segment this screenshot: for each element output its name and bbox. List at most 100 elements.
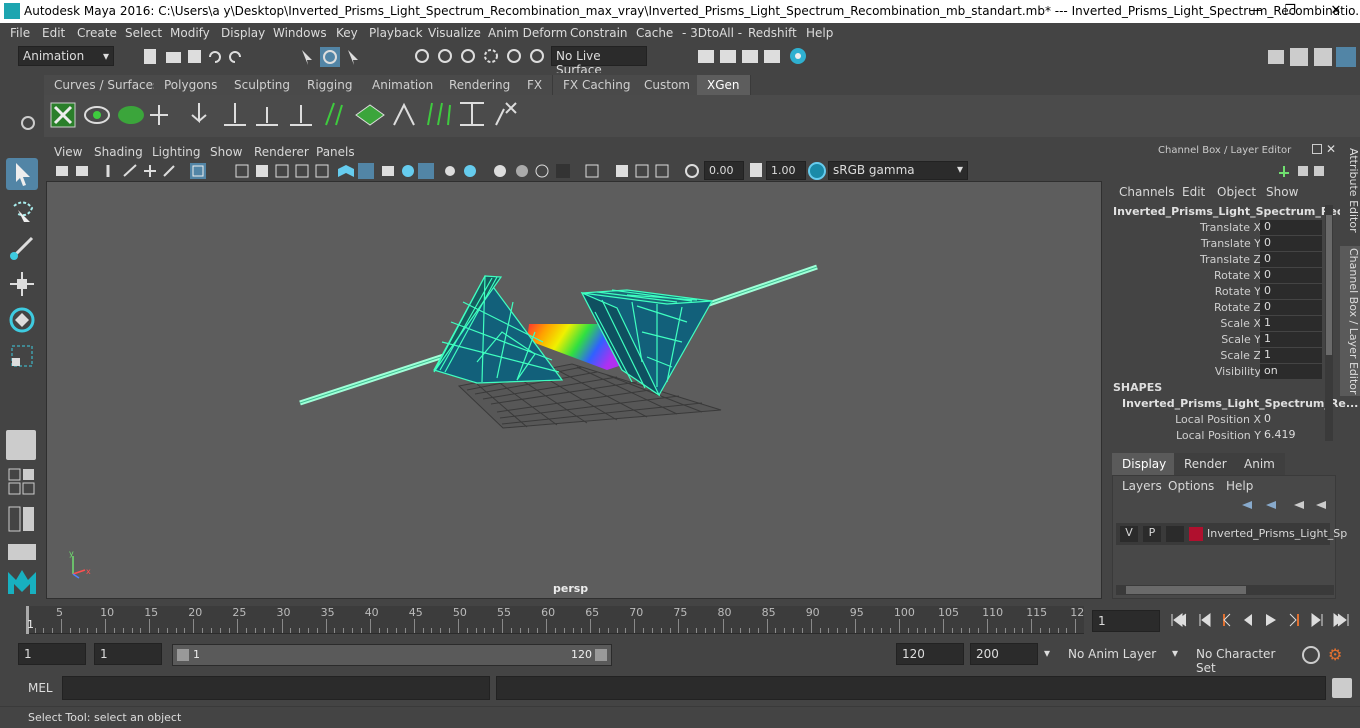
menu-playback[interactable]: Playback: [369, 26, 423, 40]
maximize-button[interactable]: ❐: [1280, 3, 1300, 18]
layer-reference-toggle[interactable]: [1166, 526, 1184, 542]
shelf-tab-fx-caching[interactable]: FX Caching: [553, 75, 642, 95]
gamma-field[interactable]: 1.00: [766, 161, 806, 180]
channel-box-side-tab[interactable]: Channel Box / Layer Editor: [1340, 246, 1360, 396]
auto-key-icon[interactable]: [1302, 646, 1320, 664]
perspective-viewport[interactable]: y x persp: [46, 181, 1102, 599]
channel-local-position-x[interactable]: Local Position X0: [1106, 412, 1339, 428]
scale-tool-button[interactable]: [6, 340, 38, 372]
menu-modify[interactable]: Modify: [170, 26, 210, 40]
panel-menu-shading[interactable]: Shading: [94, 145, 143, 159]
selection-mask-icons[interactable]: [298, 46, 368, 68]
shelf-settings-gear-icon[interactable]: [21, 116, 35, 130]
shelf-tab-animation[interactable]: Animation: [362, 75, 445, 95]
snap-icons[interactable]: [412, 47, 547, 67]
animation-end-field[interactable]: 200: [970, 643, 1038, 665]
single-perspective-layout-button[interactable]: [6, 430, 36, 460]
panel-menu-view[interactable]: View: [54, 145, 82, 159]
close-button[interactable]: ✕: [1326, 3, 1346, 18]
channel-scale-z[interactable]: Scale Z1: [1106, 348, 1339, 364]
outliner-layout-button[interactable]: [8, 506, 36, 534]
time-slider[interactable]: 1 5 10 15 20 25 30 35 40 45 50 55 60 65 70 75 80 85 90 95 1…: [26, 606, 1084, 634]
channels-menu[interactable]: Channels: [1119, 185, 1175, 199]
menu-set-dropdown[interactable]: Animation ▾: [18, 46, 114, 66]
xgen-shelf-icons[interactable]: [44, 95, 524, 137]
gamma-toggle-icon[interactable]: [750, 163, 762, 177]
options-menu[interactable]: Options: [1168, 479, 1214, 493]
float-panel-icon[interactable]: [1312, 144, 1322, 154]
character-set-dropdown[interactable]: ▾ No Character Set: [1172, 643, 1298, 675]
help-menu[interactable]: Help: [1226, 479, 1253, 493]
layer-row[interactable]: V P Inverted_Prisms_Light_Sp: [1116, 523, 1347, 545]
playback-end-field[interactable]: 120: [896, 643, 964, 665]
panel-menu-lighting[interactable]: Lighting: [152, 145, 201, 159]
lasso-tool-button[interactable]: [6, 196, 38, 228]
shelf-tab-sculpting[interactable]: Sculpting: [224, 75, 302, 95]
shelf-tab-curves-surfaces[interactable]: Curves / Surfaces: [44, 75, 171, 95]
layer-action-icons[interactable]: [1238, 497, 1334, 513]
attribute-editor-side-tab[interactable]: Attribute Editor: [1340, 143, 1360, 238]
menu-key[interactable]: Key: [336, 26, 358, 40]
layer-playback-toggle[interactable]: P: [1143, 526, 1161, 542]
menu-visualize[interactable]: Visualize: [428, 26, 481, 40]
menu-edit[interactable]: Edit: [42, 26, 65, 40]
channel-translate-y[interactable]: Translate Y0: [1106, 236, 1339, 252]
menu-anim-deform[interactable]: Anim Deform: [488, 26, 567, 40]
animation-preferences-icon[interactable]: ⚙: [1328, 645, 1348, 665]
render-icons[interactable]: [696, 46, 811, 68]
layer-tab-anim[interactable]: Anim: [1234, 453, 1285, 475]
menu-file[interactable]: File: [10, 26, 30, 40]
shelf-tab-custom[interactable]: Custom: [634, 75, 701, 95]
edit-menu[interactable]: Edit: [1182, 185, 1205, 199]
color-management-toggle-icon[interactable]: [808, 162, 826, 180]
color-space-dropdown[interactable]: sRGB gamma ▾: [828, 161, 968, 180]
menu-help[interactable]: Help: [806, 26, 833, 40]
shelf-tab-rendering[interactable]: Rendering: [439, 75, 522, 95]
paint-select-tool-button[interactable]: [6, 232, 38, 264]
rotate-tool-button[interactable]: [6, 304, 38, 336]
show-menu[interactable]: Show: [1266, 185, 1298, 199]
current-frame-field[interactable]: 1: [1092, 610, 1160, 632]
menu-constrain[interactable]: Constrain: [570, 26, 628, 40]
layer-tab-display[interactable]: Display: [1112, 453, 1177, 475]
scene-view[interactable]: y x: [47, 182, 1101, 598]
channel-local-position-y[interactable]: Local Position Y 6.419: [1106, 428, 1339, 444]
animation-start-field[interactable]: 1: [18, 643, 86, 665]
mel-command-input[interactable]: [62, 676, 490, 700]
channel-translate-z[interactable]: Translate Z0: [1106, 252, 1339, 268]
menu-cache[interactable]: Cache: [636, 26, 673, 40]
range-slider[interactable]: 1 120: [172, 644, 612, 666]
layer-editor-scrollbar[interactable]: [1116, 585, 1334, 595]
file-tools-icons[interactable]: [140, 47, 250, 67]
object-menu[interactable]: Object: [1217, 185, 1256, 199]
shelf-tab-xgen[interactable]: XGen: [697, 75, 751, 95]
shelf-tab-polygons[interactable]: Polygons: [154, 75, 229, 95]
playback-start-field[interactable]: 1: [94, 643, 162, 665]
four-view-layout-button[interactable]: [8, 468, 36, 496]
panel-menu-panels[interactable]: Panels: [316, 145, 355, 159]
channel-visibility[interactable]: Visibility on: [1106, 364, 1339, 380]
menu-create[interactable]: Create: [77, 26, 117, 40]
minimize-button[interactable]: —: [1246, 3, 1266, 18]
script-editor-icon[interactable]: [1332, 678, 1352, 698]
panel-toolbar-icons[interactable]: [52, 162, 702, 180]
range-start-handle[interactable]: [177, 649, 189, 661]
layer-name[interactable]: Inverted_Prisms_Light_Sp: [1207, 527, 1347, 540]
channel-scale-y[interactable]: Scale Y1: [1106, 332, 1339, 348]
layers-menu[interactable]: Layers: [1122, 479, 1162, 493]
channel-box-mode-icons[interactable]: [1276, 163, 1324, 179]
channel-rotate-z[interactable]: Rotate Z0: [1106, 300, 1339, 316]
mel-label[interactable]: MEL: [28, 681, 53, 695]
select-tool-button[interactable]: [6, 158, 38, 190]
layer-visibility-toggle[interactable]: V: [1120, 526, 1138, 542]
menu-display[interactable]: Display: [221, 26, 265, 40]
channel-rotate-y[interactable]: Rotate Y0: [1106, 284, 1339, 300]
range-end-handle[interactable]: [595, 649, 607, 661]
menu-select[interactable]: Select: [125, 26, 162, 40]
shelf-tab-fx[interactable]: FX: [517, 75, 554, 95]
panel-menu-show[interactable]: Show: [210, 145, 242, 159]
exposure-field[interactable]: 0.00: [704, 161, 744, 180]
menu-redshift[interactable]: Redshift: [748, 26, 797, 40]
panel-menu-renderer[interactable]: Renderer: [254, 145, 309, 159]
graph-layout-button[interactable]: [8, 544, 36, 560]
